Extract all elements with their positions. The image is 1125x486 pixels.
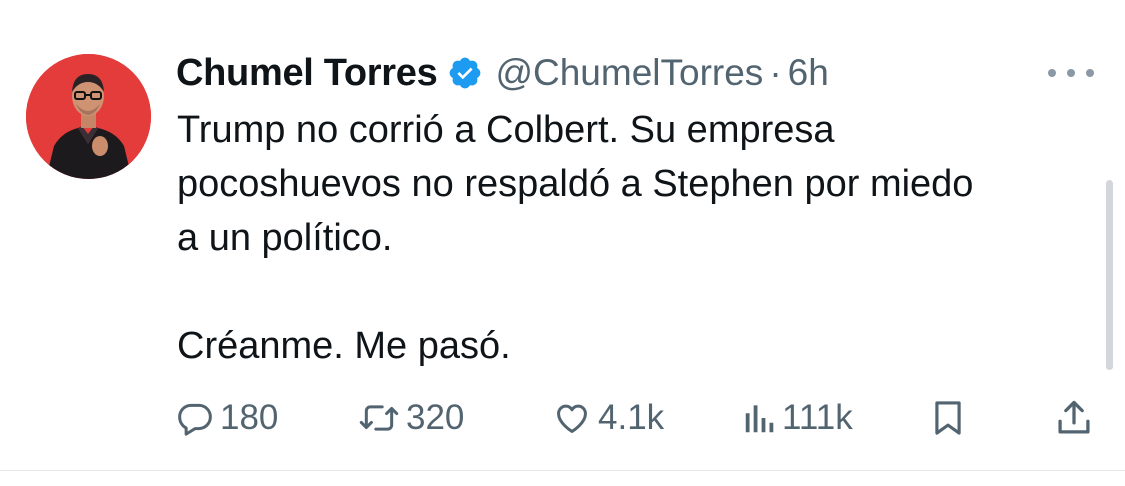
repost-arrows-icon <box>358 399 400 437</box>
share-upload-icon <box>1056 398 1092 438</box>
bookmark-button[interactable] <box>932 392 964 444</box>
views-count: 111k <box>782 398 853 437</box>
tweet-header: Chumel Torres @ChumelTorres · 6h <box>176 48 829 98</box>
tweet-card[interactable]: Chumel Torres @ChumelTorres · 6h Trump n… <box>0 0 1125 471</box>
author-handle[interactable]: @ChumelTorres <box>495 52 763 94</box>
heart-icon <box>552 399 592 437</box>
tweet-text-line: Créanme. Me pasó. <box>177 325 511 367</box>
reply-count: 180 <box>220 398 279 437</box>
author-name[interactable]: Chumel Torres <box>176 52 438 95</box>
avatar[interactable] <box>26 54 151 179</box>
tweet-text-line: Trump no corrió a Colbert. Su empresa <box>177 109 835 151</box>
tweet-text-line: a un político. <box>177 217 393 259</box>
share-button[interactable] <box>1056 392 1092 444</box>
repost-count: 320 <box>406 398 465 437</box>
tweet-text-line: pocoshuevos no respaldó a Stephen por mi… <box>177 163 974 205</box>
bookmark-icon <box>932 399 964 437</box>
verified-badge-icon <box>447 55 483 91</box>
avatar-portrait-image <box>26 54 151 179</box>
like-count: 4.1k <box>598 398 665 437</box>
more-dots-icon[interactable] <box>1048 62 1094 84</box>
views-bars-icon <box>744 399 776 437</box>
timestamp[interactable]: 6h <box>788 52 829 94</box>
tweet-text: Trump no corrió a Colbert. Su empresa po… <box>177 103 1097 373</box>
tweet-actions: 180 320 4.1k 111k <box>0 392 1125 444</box>
like-button[interactable]: 4.1k <box>552 392 664 444</box>
reply-button[interactable]: 180 <box>176 392 278 444</box>
repost-button[interactable]: 320 <box>358 392 464 444</box>
scrollbar[interactable] <box>1106 180 1113 370</box>
views-button[interactable]: 111k <box>744 392 853 444</box>
reply-bubble-icon <box>176 399 214 437</box>
divider <box>0 470 1125 471</box>
header-separator: · <box>769 52 782 93</box>
